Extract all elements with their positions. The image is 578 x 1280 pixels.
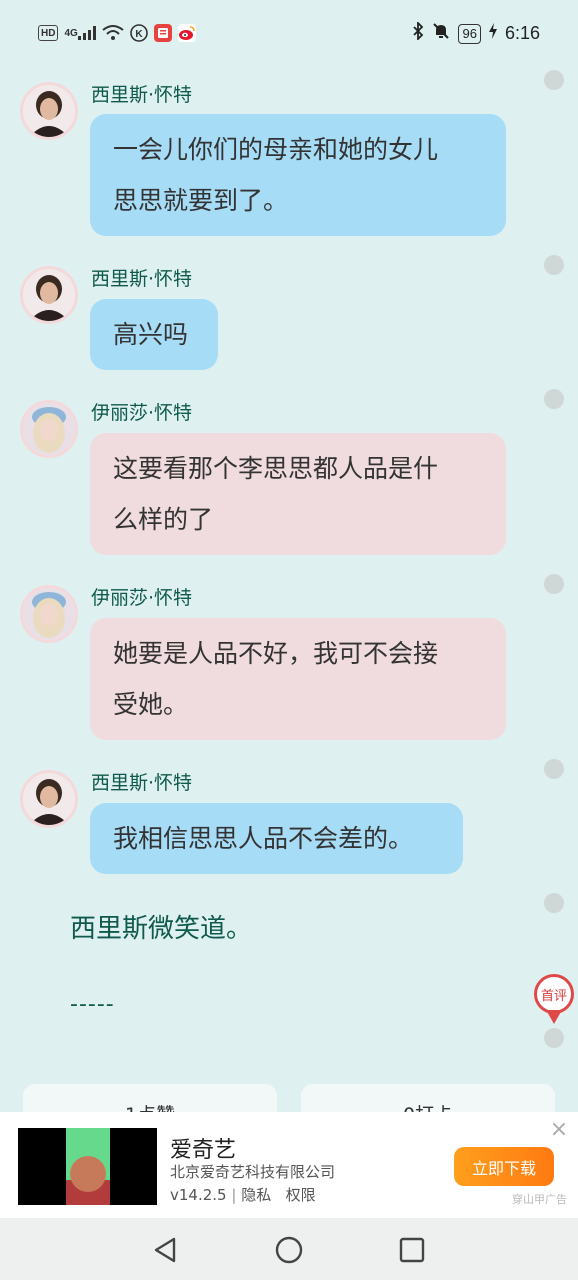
home-icon[interactable]	[273, 1234, 305, 1266]
ad-privacy-link[interactable]: 隐私	[241, 1186, 271, 1204]
bubble-line: 我相信思思人品不会差的。	[113, 824, 414, 853]
review-badge: 首评	[534, 974, 574, 1014]
chat-bubble[interactable]: 她要是人品不好，我可不会接 受她。	[90, 618, 506, 740]
battery-indicator: 96	[458, 23, 481, 44]
clock: 6:16	[504, 23, 540, 43]
male-avatar[interactable]	[20, 82, 78, 140]
ad-meta: v14.2.5 | 隐私 权限	[170, 1186, 316, 1204]
back-icon[interactable]	[150, 1234, 182, 1266]
paragraph-comment-dot[interactable]	[544, 1028, 564, 1048]
ad-title: 爱奇艺	[170, 1138, 237, 1163]
sender-name: 西里斯·怀特	[91, 268, 193, 290]
pin-tail-icon	[546, 1010, 562, 1024]
download-button[interactable]: 立即下载	[454, 1147, 554, 1186]
k-app-icon: K	[129, 24, 148, 42]
cellular-signal-icon: 4G	[64, 26, 96, 40]
svg-text:K: K	[135, 29, 143, 40]
hd-icon: HD	[38, 25, 59, 41]
ad-banner[interactable]: 爱奇艺 北京爱奇艺科技有限公司 v14.2.5 | 隐私 权限 立即下载 × 穿…	[0, 1112, 578, 1218]
wifi-icon	[102, 25, 124, 41]
recents-icon[interactable]	[396, 1234, 428, 1266]
female-avatar[interactable]	[20, 585, 78, 643]
narration-text: 西里斯微笑道。	[70, 914, 253, 944]
bubble-line: 么样的了	[113, 505, 214, 534]
paragraph-comment-dot[interactable]	[544, 574, 564, 594]
bubble-line: 受她。	[113, 690, 189, 719]
paragraph-comment-dot[interactable]	[544, 389, 564, 409]
paragraph-comment-dot[interactable]	[544, 255, 564, 275]
sender-name: 西里斯·怀特	[91, 772, 193, 794]
ad-thumbnail[interactable]	[18, 1128, 157, 1205]
sender-name: 伊丽莎·怀特	[91, 402, 193, 424]
ad-version: v14.2.5	[170, 1186, 227, 1204]
book-app-icon	[153, 24, 172, 42]
paragraph-comment-dot[interactable]	[544, 759, 564, 779]
ad-company: 北京爱奇艺科技有限公司	[170, 1163, 336, 1181]
male-avatar[interactable]	[20, 266, 78, 324]
female-avatar[interactable]	[20, 400, 78, 458]
close-icon[interactable]: ×	[548, 1119, 570, 1142]
bubble-line: 思思就要到了。	[113, 186, 289, 215]
chat-bubble[interactable]: 高兴吗	[90, 299, 218, 370]
bubble-line: 高兴吗	[113, 320, 189, 349]
divider-text: -----	[70, 992, 115, 1017]
chat-bubble[interactable]: 这要看那个李思思都人品是什 么样的了	[90, 433, 506, 555]
system-nav-bar	[0, 1218, 578, 1280]
weibo-icon	[177, 24, 196, 42]
paragraph-comment-dot[interactable]	[544, 70, 564, 90]
ad-permissions-link[interactable]: 权限	[286, 1186, 316, 1204]
charging-icon	[488, 23, 497, 44]
bubble-line: 她要是人品不好，我可不会接	[113, 639, 439, 668]
sender-name: 伊丽莎·怀特	[91, 587, 193, 609]
status-bar: HD 4G K 96 6:16	[0, 0, 578, 70]
sender-name: 西里斯·怀特	[91, 84, 193, 106]
male-avatar[interactable]	[20, 770, 78, 828]
chat-bubble[interactable]: 我相信思思人品不会差的。	[90, 803, 463, 874]
ad-source-tag: 穿山甲广告	[512, 1193, 567, 1206]
paragraph-comment-dot[interactable]	[544, 893, 564, 913]
bubble-line: 这要看那个李思思都人品是什	[113, 454, 439, 483]
bubble-line: 一会儿你们的母亲和她的女儿	[113, 135, 439, 164]
first-review-button[interactable]: 首评	[534, 974, 574, 1028]
mute-bell-icon	[432, 22, 450, 45]
chat-bubble[interactable]: 一会儿你们的母亲和她的女儿 思思就要到了。	[90, 114, 506, 236]
bluetooth-icon	[412, 20, 424, 45]
